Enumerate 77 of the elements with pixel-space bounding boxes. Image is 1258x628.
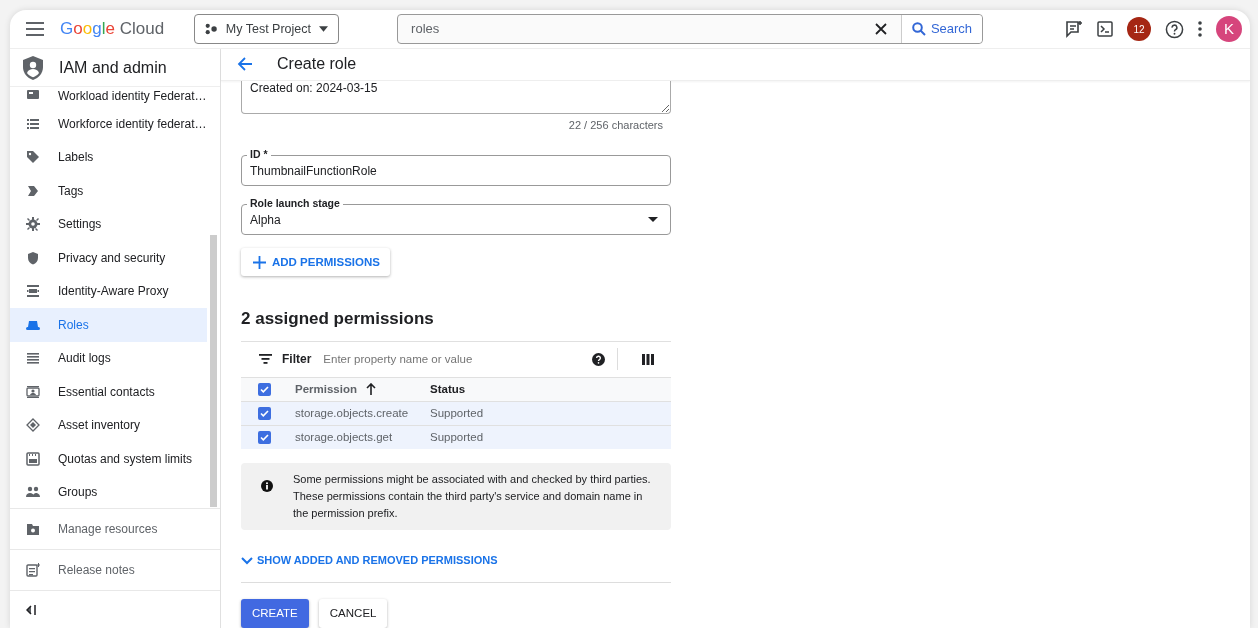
people-icon [26,485,40,500]
contact-card-icon [26,384,40,399]
sidebar-item[interactable]: Workload identity Federat… [10,87,207,107]
gauge-icon [26,451,40,466]
table-cell: storage.objects.create [295,406,409,419]
list-icon [26,116,40,131]
sidebar-item[interactable]: Identity-Aware Proxy [10,274,207,308]
shield-icon [26,250,40,265]
terminal-icon[interactable] [1097,21,1113,37]
sidebar-item[interactable]: Groups [10,475,207,509]
tag-icon [26,183,40,198]
expand-link[interactable]: SHOW ADDED AND REMOVED PERMISSIONS [241,552,498,569]
scrollbar[interactable] [210,235,217,507]
proxy-icon [26,284,40,299]
more-icon[interactable] [1198,21,1202,37]
help-icon[interactable] [592,352,605,366]
tag-icon [26,150,40,165]
caret-icon [319,26,329,32]
notes-icon [26,563,40,577]
checkbox[interactable] [258,406,271,420]
plus-icon [253,256,266,270]
sidebar-item[interactable]: Settings [10,207,207,241]
sidebar-item[interactable]: Tags [10,174,207,208]
cancel-button[interactable]: CANCEL [318,598,388,628]
sidebar-item[interactable]: Labels [10,140,207,174]
collapse-icon[interactable] [26,604,36,615]
info-icon [261,480,273,493]
sidebar-item[interactable]: Release notes [10,549,220,590]
help-icon[interactable] [1165,19,1184,39]
description-field[interactable]: Created on: 2024-03-15 [241,80,671,114]
sidebar-title: IAM and admin [59,57,167,78]
project-selector[interactable]: My Test Project [194,14,340,44]
close-icon[interactable] [874,23,887,35]
create-button[interactable]: CREATE [241,598,309,628]
sort-arrow-icon[interactable] [366,382,376,395]
dots-icon [205,23,218,35]
info-text: Some permissions might be associated with and checked by third parties. These permissions contain the third party's service and domain name in the permission prefix. [293,472,652,522]
field-label: Role launch stage [247,197,343,209]
sidebar-item[interactable]: Roles [10,308,207,342]
field-label: ID * [247,148,271,160]
search-icon [911,22,926,36]
notification-badge[interactable]: 12 [1127,17,1151,41]
search-button[interactable]: Search [900,15,983,43]
filter-label: Filter [282,351,312,369]
column-header: Status [430,382,466,395]
sidebar-item[interactable]: Privacy and security [10,241,207,275]
chevron-icon [241,556,253,565]
menu-icon[interactable] [26,22,44,36]
checkbox[interactable] [258,431,271,444]
feedback-icon[interactable] [1065,20,1083,38]
character-counter: 22 / 256 characters [567,117,664,133]
sidebar-item[interactable]: Quotas and system limits [10,442,207,476]
sidebar-item[interactable]: Asset inventory [10,408,207,442]
sidebar-item[interactable]: Audit logs [10,341,207,375]
folder-icon [26,522,40,536]
table-cell: Supported [430,430,484,443]
section-heading: 2 assigned permissions [241,308,435,331]
lines-icon [26,351,40,366]
caret-icon [648,217,658,222]
page-title: Create role [277,54,357,75]
back-arrow-icon[interactable] [237,56,253,73]
logo[interactable]: Google Cloud [60,16,165,42]
diamond-icon [26,418,40,433]
column-display-icon[interactable] [642,353,654,365]
sidebar-item[interactable]: Workforce identity federat… [10,107,207,141]
gear-icon [26,217,40,232]
search-field[interactable]: roles Search [397,14,984,44]
table-cell: storage.objects.get [295,430,393,443]
shield-icon [23,55,43,80]
add-permissions-button[interactable]: ADD PERMISSIONS [241,248,390,277]
table-cell: Supported [430,406,484,419]
id-card-icon [26,87,40,101]
filter-icon [259,354,272,365]
sidebar-item[interactable]: Manage resources [10,508,220,549]
sidebar-item[interactable]: Essential contacts [10,375,207,409]
avatar[interactable]: K [1216,16,1242,42]
checkbox[interactable] [258,382,271,396]
